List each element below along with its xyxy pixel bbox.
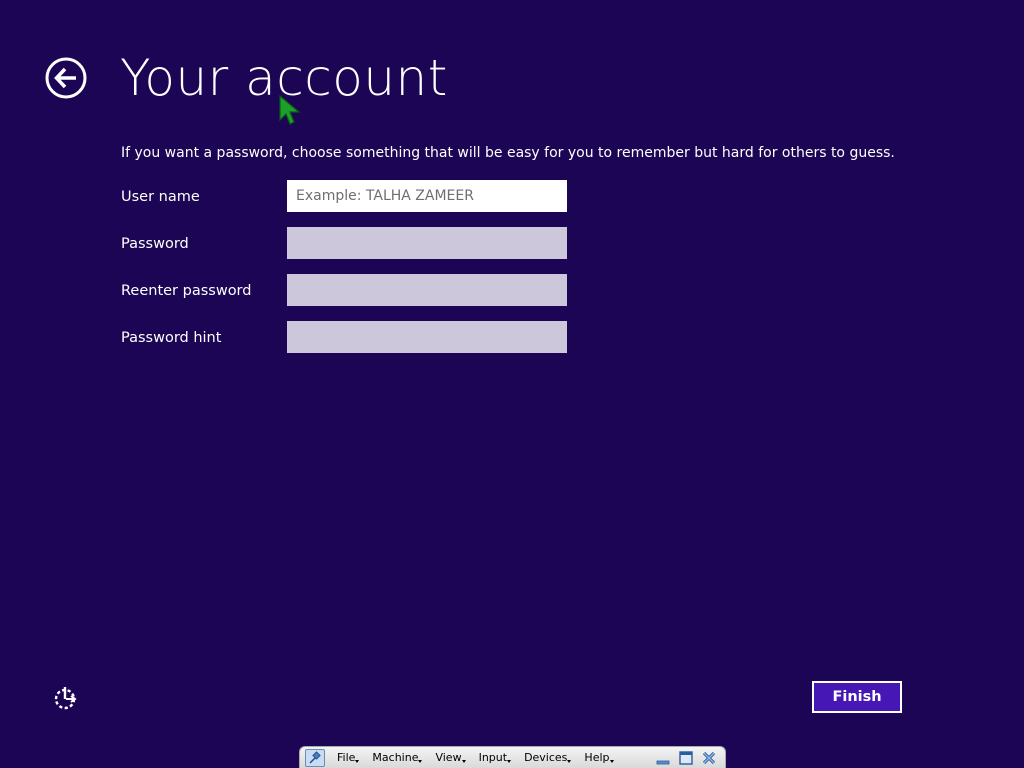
reenter-password-input[interactable] — [287, 274, 567, 306]
ease-of-access-button[interactable] — [52, 684, 80, 712]
vm-menu-input[interactable]: Input — [478, 751, 512, 764]
vm-menu-devices[interactable]: Devices — [524, 751, 572, 764]
vm-mini-toolbar: File Machine View Input Devices Help — [299, 746, 726, 768]
vm-menu-label: View — [435, 751, 462, 764]
finish-button[interactable]: Finish — [812, 681, 902, 713]
vm-menu-label: Machine — [372, 751, 419, 764]
vm-menu-label: Input — [478, 751, 508, 764]
vm-menu-view[interactable]: View — [435, 751, 466, 764]
vm-menu-help[interactable]: Help — [584, 751, 614, 764]
vm-window-controls — [648, 750, 717, 766]
back-arrow-icon — [45, 57, 87, 99]
minimize-icon[interactable] — [655, 750, 671, 766]
vm-menu-machine[interactable]: Machine — [372, 751, 423, 764]
ease-of-access-icon — [54, 687, 77, 710]
mouse-cursor-icon — [279, 94, 301, 125]
vm-menu-label: File — [337, 751, 356, 764]
password-input[interactable] — [287, 227, 567, 259]
restore-icon[interactable] — [678, 750, 694, 766]
password-label: Password — [121, 236, 189, 252]
pin-icon — [309, 750, 321, 764]
user-name-label: User name — [121, 189, 200, 205]
vm-menu-label: Devices — [524, 751, 568, 764]
instructions-text: If you want a password, choose something… — [121, 145, 895, 161]
reenter-password-label: Reenter password — [121, 283, 252, 299]
pin-button[interactable] — [305, 748, 325, 767]
password-hint-input[interactable] — [287, 321, 567, 353]
password-hint-label: Password hint — [121, 330, 222, 346]
user-name-input[interactable] — [287, 180, 567, 212]
close-icon[interactable] — [701, 750, 717, 766]
vm-menu-label: Help — [584, 751, 610, 764]
back-button[interactable] — [45, 57, 87, 99]
vm-menu-file[interactable]: File — [337, 751, 360, 764]
